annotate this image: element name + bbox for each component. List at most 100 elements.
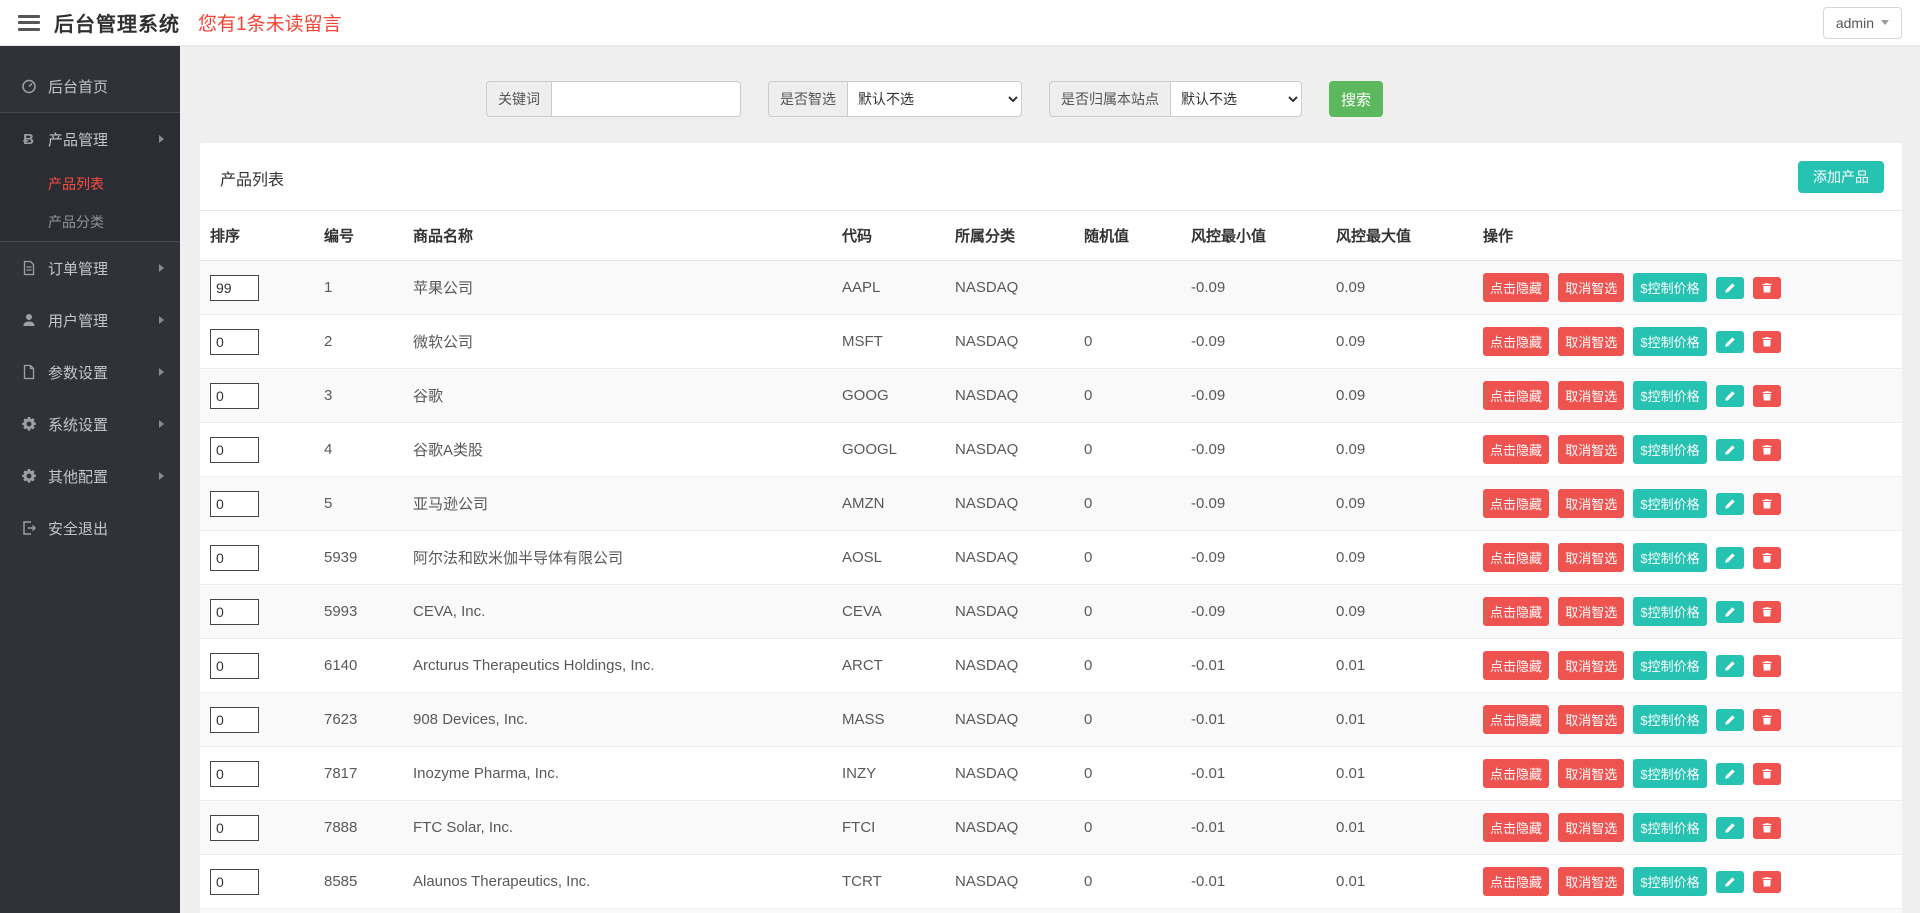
hide-button[interactable]: 点击隐藏 <box>1483 435 1549 464</box>
sort-input[interactable] <box>210 815 259 841</box>
sidebar-item-logout[interactable]: 安全退出 <box>0 502 180 554</box>
hide-button[interactable]: 点击隐藏 <box>1483 273 1549 302</box>
control-price-button[interactable]: $控制价格 <box>1633 597 1706 626</box>
cell-risk-min: -0.09 <box>1181 369 1326 423</box>
control-price-button[interactable]: $控制价格 <box>1633 705 1706 734</box>
delete-button[interactable] <box>1753 277 1781 299</box>
delete-button[interactable] <box>1753 439 1781 461</box>
cancel-smart-button[interactable]: 取消智选 <box>1558 651 1624 680</box>
control-price-button[interactable]: $控制价格 <box>1633 327 1706 356</box>
sidebar-item-other[interactable]: 其他配置 <box>0 450 180 502</box>
control-price-button[interactable]: $控制价格 <box>1633 435 1706 464</box>
control-price-button[interactable]: $控制价格 <box>1633 759 1706 788</box>
delete-button[interactable] <box>1753 493 1781 515</box>
delete-button[interactable] <box>1753 601 1781 623</box>
cell-id: 5993 <box>314 585 403 639</box>
sort-input[interactable] <box>210 653 259 679</box>
delete-button[interactable] <box>1753 817 1781 839</box>
edit-button[interactable] <box>1716 331 1744 353</box>
sidebar-item-orders[interactable]: 订单管理 <box>0 242 180 294</box>
cancel-smart-button[interactable]: 取消智选 <box>1558 705 1624 734</box>
sort-input[interactable] <box>210 275 259 301</box>
cancel-smart-button[interactable]: 取消智选 <box>1558 867 1624 896</box>
control-price-button[interactable]: $控制价格 <box>1633 651 1706 680</box>
delete-button[interactable] <box>1753 331 1781 353</box>
cancel-smart-button[interactable]: 取消智选 <box>1558 597 1624 626</box>
menu-toggle-icon[interactable] <box>18 15 40 31</box>
edit-button[interactable] <box>1716 385 1744 407</box>
delete-button[interactable] <box>1753 655 1781 677</box>
cell-risk-max: 0.09 <box>1326 477 1473 531</box>
delete-button[interactable] <box>1753 763 1781 785</box>
control-price-button[interactable]: $控制价格 <box>1633 273 1706 302</box>
sort-input[interactable] <box>210 329 259 355</box>
sort-input[interactable] <box>210 869 259 895</box>
file-icon <box>20 364 37 381</box>
hide-button[interactable]: 点击隐藏 <box>1483 759 1549 788</box>
edit-button[interactable] <box>1716 709 1744 731</box>
cell-risk-min: -0.01 <box>1181 639 1326 693</box>
edit-button[interactable] <box>1716 763 1744 785</box>
hide-button[interactable]: 点击隐藏 <box>1483 543 1549 572</box>
hide-button[interactable]: 点击隐藏 <box>1483 813 1549 842</box>
edit-button[interactable] <box>1716 493 1744 515</box>
cell-sort <box>200 801 314 855</box>
sort-input[interactable] <box>210 437 259 463</box>
hide-button[interactable]: 点击隐藏 <box>1483 651 1549 680</box>
hide-button[interactable]: 点击隐藏 <box>1483 597 1549 626</box>
control-price-button[interactable]: $控制价格 <box>1633 543 1706 572</box>
hide-button[interactable]: 点击隐藏 <box>1483 381 1549 410</box>
sidebar-item-product-category[interactable]: 产品分类 <box>0 203 180 241</box>
edit-button[interactable] <box>1716 601 1744 623</box>
cell-random: 0 <box>1074 423 1181 477</box>
cancel-smart-button[interactable]: 取消智选 <box>1558 759 1624 788</box>
user-dropdown[interactable]: admin <box>1823 7 1902 39</box>
cell-sort <box>200 585 314 639</box>
hide-button[interactable]: 点击隐藏 <box>1483 489 1549 518</box>
cell-sort <box>200 369 314 423</box>
sidebar-item-params[interactable]: 参数设置 <box>0 346 180 398</box>
sidebar-item-home[interactable]: 后台首页 <box>0 60 180 112</box>
add-product-button[interactable]: 添加产品 <box>1798 161 1884 193</box>
edit-button[interactable] <box>1716 655 1744 677</box>
sidebar-item-users[interactable]: 用户管理 <box>0 294 180 346</box>
site-select[interactable]: 默认不选 <box>1170 81 1302 117</box>
sort-input[interactable] <box>210 599 259 625</box>
cancel-smart-button[interactable]: 取消智选 <box>1558 813 1624 842</box>
search-button[interactable]: 搜索 <box>1329 81 1383 117</box>
unread-message-notice[interactable]: 您有1条未读留言 <box>198 9 342 36</box>
cancel-smart-button[interactable]: 取消智选 <box>1558 543 1624 572</box>
edit-button[interactable] <box>1716 817 1744 839</box>
smart-select[interactable]: 默认不选 <box>847 81 1022 117</box>
control-price-button[interactable]: $控制价格 <box>1633 381 1706 410</box>
sort-input[interactable] <box>210 707 259 733</box>
delete-button[interactable] <box>1753 709 1781 731</box>
keyword-input[interactable] <box>551 81 741 117</box>
edit-button[interactable] <box>1716 871 1744 893</box>
hide-button[interactable]: 点击隐藏 <box>1483 705 1549 734</box>
sort-input[interactable] <box>210 383 259 409</box>
sort-input[interactable] <box>210 545 259 571</box>
edit-button[interactable] <box>1716 547 1744 569</box>
sort-input[interactable] <box>210 491 259 517</box>
delete-button[interactable] <box>1753 871 1781 893</box>
hide-button[interactable]: 点击隐藏 <box>1483 867 1549 896</box>
cancel-smart-button[interactable]: 取消智选 <box>1558 381 1624 410</box>
hide-button[interactable]: 点击隐藏 <box>1483 327 1549 356</box>
cell-risk-min: -0.01 <box>1181 855 1326 909</box>
control-price-button[interactable]: $控制价格 <box>1633 813 1706 842</box>
sidebar-item-product[interactable]: Ƀ 产品管理 <box>0 113 180 165</box>
sort-input[interactable] <box>210 761 259 787</box>
control-price-button[interactable]: $控制价格 <box>1633 867 1706 896</box>
edit-button[interactable] <box>1716 277 1744 299</box>
sidebar-item-system[interactable]: 系统设置 <box>0 398 180 450</box>
delete-button[interactable] <box>1753 385 1781 407</box>
delete-button[interactable] <box>1753 547 1781 569</box>
cancel-smart-button[interactable]: 取消智选 <box>1558 435 1624 464</box>
cancel-smart-button[interactable]: 取消智选 <box>1558 327 1624 356</box>
edit-button[interactable] <box>1716 439 1744 461</box>
control-price-button[interactable]: $控制价格 <box>1633 489 1706 518</box>
cancel-smart-button[interactable]: 取消智选 <box>1558 273 1624 302</box>
sidebar-item-product-list[interactable]: 产品列表 <box>0 165 180 203</box>
cancel-smart-button[interactable]: 取消智选 <box>1558 489 1624 518</box>
